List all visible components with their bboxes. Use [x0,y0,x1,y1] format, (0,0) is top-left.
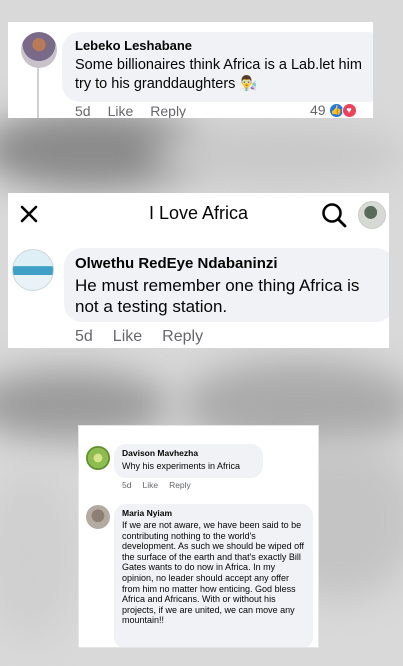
reaction-summary[interactable]: 49 👍 ♥ [310,102,357,118]
comment-actions: 5d Like Reply [75,103,186,118]
avatar[interactable] [21,32,57,68]
page-header: I Love Africa [8,193,389,237]
comment-text: He must remember one thing Africa is not… [75,276,360,316]
thread-line [37,66,39,118]
comment-text: Some billionaires think Africa is a Lab.… [75,57,362,92]
like-button[interactable]: Like [108,103,134,118]
search-icon[interactable] [320,201,348,229]
comment-card-olwethu: I Love Africa Olwethu RedEye Ndabaninzi … [8,193,389,348]
avatar[interactable] [86,505,110,529]
reply-button[interactable]: Reply [162,328,203,346]
comment-author[interactable]: Maria Nyiam [122,508,172,518]
comment-time[interactable]: 5d [75,103,91,118]
reply-button[interactable]: Reply [169,480,191,490]
avatar[interactable] [12,249,54,291]
heart-icon: ♥ [341,102,357,118]
comment-actions: 5d Like Reply [122,480,191,490]
comment-actions: 5d Like Reply [75,328,203,346]
like-button[interactable]: Like [142,480,158,490]
comment-text: If we are not aware, we have been said t… [122,520,304,626]
comment-text: Why his experiments in Africa [122,461,241,471]
comment-author[interactable]: Olwethu RedEye Ndabaninzi [75,255,278,272]
comment-author[interactable]: Lebeko Leshabane [75,38,192,53]
comment-card-thread: Davison Mavhezha Why his experiments in … [78,425,319,648]
comment-card-lebeko: Lebeko Leshabane Some billionaires think… [8,22,373,118]
reply-button[interactable]: Reply [150,103,186,118]
avatar[interactable] [86,446,110,470]
reaction-count: 49 [310,102,326,118]
comment-author[interactable]: Davison Mavhezha [122,448,198,458]
comment-time[interactable]: 5d [75,328,93,346]
profile-avatar[interactable] [358,201,386,229]
like-button[interactable]: Like [113,328,142,346]
comment-time[interactable]: 5d [122,480,131,490]
